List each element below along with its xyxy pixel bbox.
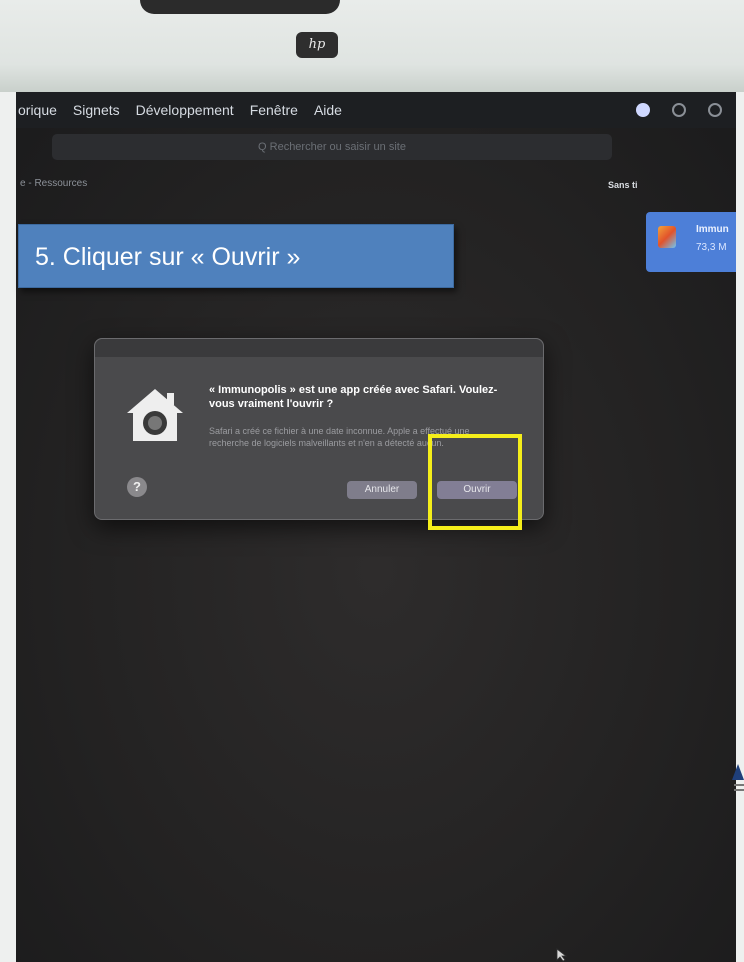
dialog-title: « Immunopolis » est une app créée avec S… xyxy=(209,384,498,410)
cancel-button[interactable]: Annuler xyxy=(347,481,417,499)
sidebar-label: Sans ti xyxy=(608,180,638,190)
webcam xyxy=(140,0,340,14)
menu-item-aide[interactable]: Aide xyxy=(314,102,342,118)
breadcrumb: e - Ressources xyxy=(20,178,88,189)
highlight-box xyxy=(428,434,522,530)
siri-icon[interactable] xyxy=(636,103,650,117)
app-icon xyxy=(658,226,676,248)
menu-item-signets[interactable]: Signets xyxy=(73,102,120,118)
menu-item-historique[interactable]: orique xyxy=(18,102,57,118)
help-button[interactable]: ? xyxy=(127,477,147,497)
menu-item-developpement[interactable]: Développement xyxy=(136,102,234,118)
mac-screen: orique Signets Développement Fenêtre Aid… xyxy=(16,92,736,962)
time-machine-icon[interactable] xyxy=(708,103,722,117)
mouse-cursor-icon xyxy=(556,948,568,962)
download-item[interactable]: Immun 73,3 M xyxy=(646,212,736,272)
search-input[interactable]: Q Rechercher ou saisir un site xyxy=(52,134,612,160)
download-name: Immun xyxy=(696,224,729,235)
monitor-bezel: hp xyxy=(0,0,744,92)
instruction-callout: 5. Cliquer sur « Ouvrir » xyxy=(18,224,454,288)
menu-bar: orique Signets Développement Fenêtre Aid… xyxy=(16,92,736,128)
menu-item-fenetre[interactable]: Fenêtre xyxy=(250,102,298,118)
partial-logo-icon xyxy=(732,764,744,791)
download-size: 73,3 M xyxy=(696,242,727,253)
dialog-title-bar xyxy=(95,339,543,357)
wifi-icon[interactable] xyxy=(672,103,686,117)
home-icon xyxy=(127,389,183,441)
status-icons xyxy=(636,92,722,128)
hp-logo: hp xyxy=(296,32,338,58)
